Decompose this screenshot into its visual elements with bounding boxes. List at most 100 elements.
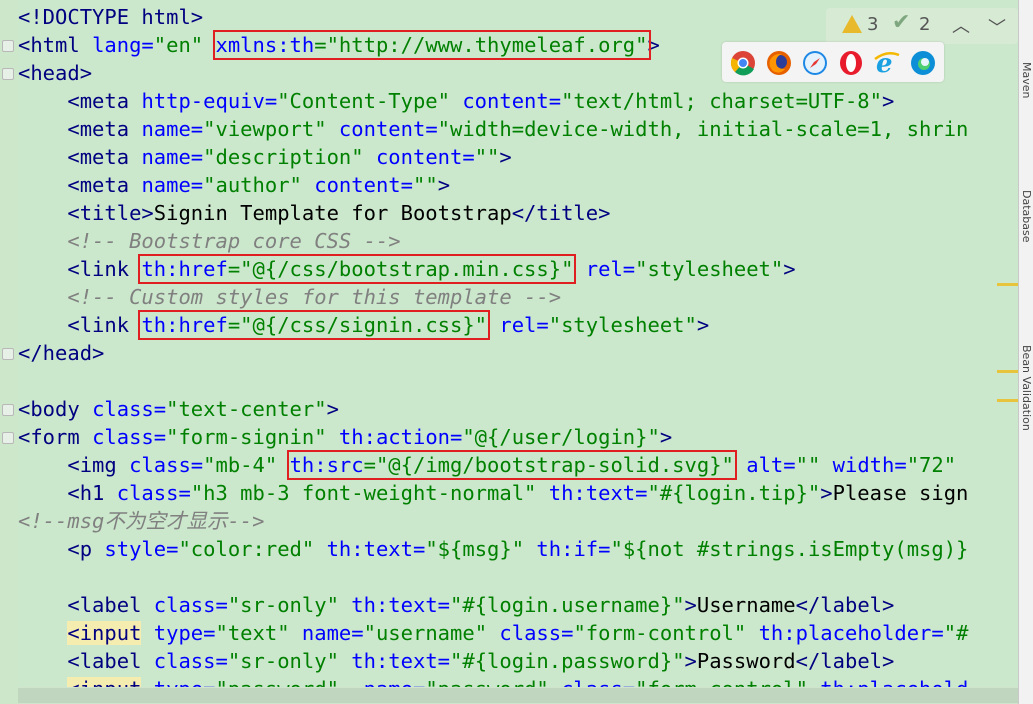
attr-token: th:text= xyxy=(351,649,451,673)
maven-tab[interactable]: Maven xyxy=(1020,62,1033,98)
value-token: "# xyxy=(943,621,969,645)
attr-token: th:href xyxy=(141,257,228,281)
ie-icon[interactable]: e xyxy=(874,50,900,76)
error-stripe-marker[interactable] xyxy=(997,399,1018,402)
attr-token: type= xyxy=(153,621,216,645)
fold-marker-icon[interactable] xyxy=(2,68,14,80)
tag-token: > xyxy=(499,145,512,169)
value-token: "72" xyxy=(906,453,957,477)
tag-token: > xyxy=(820,481,833,505)
tag-token: <label xyxy=(67,649,154,673)
code-line[interactable]: <form class="form-signin" th:action="@{/… xyxy=(18,423,672,451)
value-token: "username" xyxy=(363,621,488,645)
fold-marker-icon[interactable] xyxy=(2,348,14,360)
code-line[interactable]: <html lang="en" xmlns:th="http://www.thy… xyxy=(18,30,660,60)
firefox-icon[interactable] xyxy=(766,50,792,76)
error-stripe-marker[interactable] xyxy=(997,370,1018,373)
code-line[interactable]: <label class="sr-only" th:text="#{login.… xyxy=(18,591,894,619)
value-token: "#{login.username}" xyxy=(450,593,685,617)
code-line[interactable]: <head> xyxy=(18,59,92,87)
tag-token: </title> xyxy=(511,201,611,225)
opera-icon[interactable] xyxy=(838,50,864,76)
fold-marker-icon[interactable] xyxy=(2,404,14,416)
safari-icon[interactable] xyxy=(802,50,828,76)
attr-token: th:text= xyxy=(326,537,426,561)
text-token: Signin Template for Bootstrap xyxy=(153,201,512,225)
fold-marker-icon[interactable] xyxy=(2,432,14,444)
tag-token: <link xyxy=(67,257,142,281)
value-token: "Content-Type" xyxy=(277,89,450,113)
tag-token: > xyxy=(437,173,451,197)
value-token: "text-center" xyxy=(166,397,327,421)
value-token: "h3 mb-3 font-weight-normal" xyxy=(190,481,537,505)
tag-token: <meta xyxy=(67,117,142,141)
tag-token: > xyxy=(326,397,339,421)
attr-token: th:text= xyxy=(548,481,648,505)
bean-validation-tab[interactable]: Bean Validation xyxy=(1020,345,1033,431)
comment-token: <!--msg不为空才显示--> xyxy=(18,509,265,533)
code-line[interactable]: <meta name="viewport" content="width=dev… xyxy=(18,115,968,143)
code-line[interactable]: <!-- Bootstrap core CSS --> xyxy=(18,227,401,255)
tag-token: <link xyxy=(67,313,142,337)
tag-token: <label xyxy=(67,593,154,617)
code-line[interactable]: <h1 class="h3 mb-3 font-weight-normal" t… xyxy=(18,479,968,507)
database-tab[interactable]: Database xyxy=(1020,190,1033,243)
tag-token: <form xyxy=(18,425,93,449)
tag-token: > xyxy=(696,313,710,337)
value-token: "stylesheet" xyxy=(635,257,784,281)
code-line[interactable]: <!--msg不为空才显示--> xyxy=(18,507,264,535)
code-line[interactable]: <body class="text-center"> xyxy=(18,395,339,423)
tag-token: > xyxy=(647,33,660,57)
code-line[interactable]: <p style="color:red" th:text="${msg}" th… xyxy=(18,535,968,563)
code-line[interactable]: <link th:href="@{/css/bootstrap.min.css}… xyxy=(18,254,796,284)
edge-icon[interactable] xyxy=(910,50,936,76)
code-line[interactable]: </head> xyxy=(18,339,104,367)
browser-preview-bar: e xyxy=(722,42,944,82)
previous-highlight-icon[interactable]: ︿ xyxy=(952,12,970,38)
code-line[interactable]: <label class="sr-only" th:text="#{login.… xyxy=(18,647,894,675)
code-line[interactable]: <meta name="description" content=""> xyxy=(18,143,512,171)
code-line[interactable]: <meta http-equiv="Content-Type" content=… xyxy=(18,87,894,115)
attr-token: style= xyxy=(104,537,179,561)
attr-token: th:placeholder= xyxy=(758,621,944,645)
code-line[interactable]: <title>Signin Template for Bootstrap</ti… xyxy=(18,199,610,227)
code-line[interactable]: <input type="text" name="username" class… xyxy=(18,619,968,647)
code-line[interactable]: <link th:href="@{/css/signin.css}" rel="… xyxy=(18,310,710,340)
code-line[interactable]: <!DOCTYPE html> xyxy=(18,3,203,31)
code-line[interactable]: <!-- Custom styles for this template --> xyxy=(18,283,561,311)
attr-token: class= xyxy=(153,649,228,673)
attr-token: xmlns:th xyxy=(215,33,315,57)
code-editor[interactable]: <!DOCTYPE html> <html lang="en" xmlns:th=… xyxy=(0,0,1018,704)
scrollbar-thumb[interactable] xyxy=(18,688,1018,703)
value-token: "en" xyxy=(153,33,204,57)
chrome-icon[interactable] xyxy=(730,50,756,76)
next-highlight-icon[interactable]: ﹀ xyxy=(988,14,1006,40)
fold-marker-icon[interactable] xyxy=(2,40,14,52)
inspection-widget[interactable]: 3 ✔ 2 ︿ ﹀ xyxy=(826,8,1018,44)
attr-token: th:action= xyxy=(338,425,463,449)
tag-token: <head> xyxy=(18,61,93,85)
horizontal-scrollbar[interactable] xyxy=(18,687,1018,704)
value-token: "" xyxy=(413,173,438,197)
error-stripe-marker[interactable] xyxy=(997,283,1018,286)
code-line[interactable]: <meta name="author" content=""> xyxy=(18,171,450,199)
text-token: Username xyxy=(696,593,796,617)
attr-token: class= xyxy=(153,593,228,617)
code-line[interactable]: <img class="mb-4" th:src="@{/img/bootstr… xyxy=(18,450,957,480)
tag-token: <h1 xyxy=(67,481,117,505)
comment-token: <!-- Bootstrap core CSS --> xyxy=(67,229,401,253)
tag-token: > xyxy=(659,425,673,449)
